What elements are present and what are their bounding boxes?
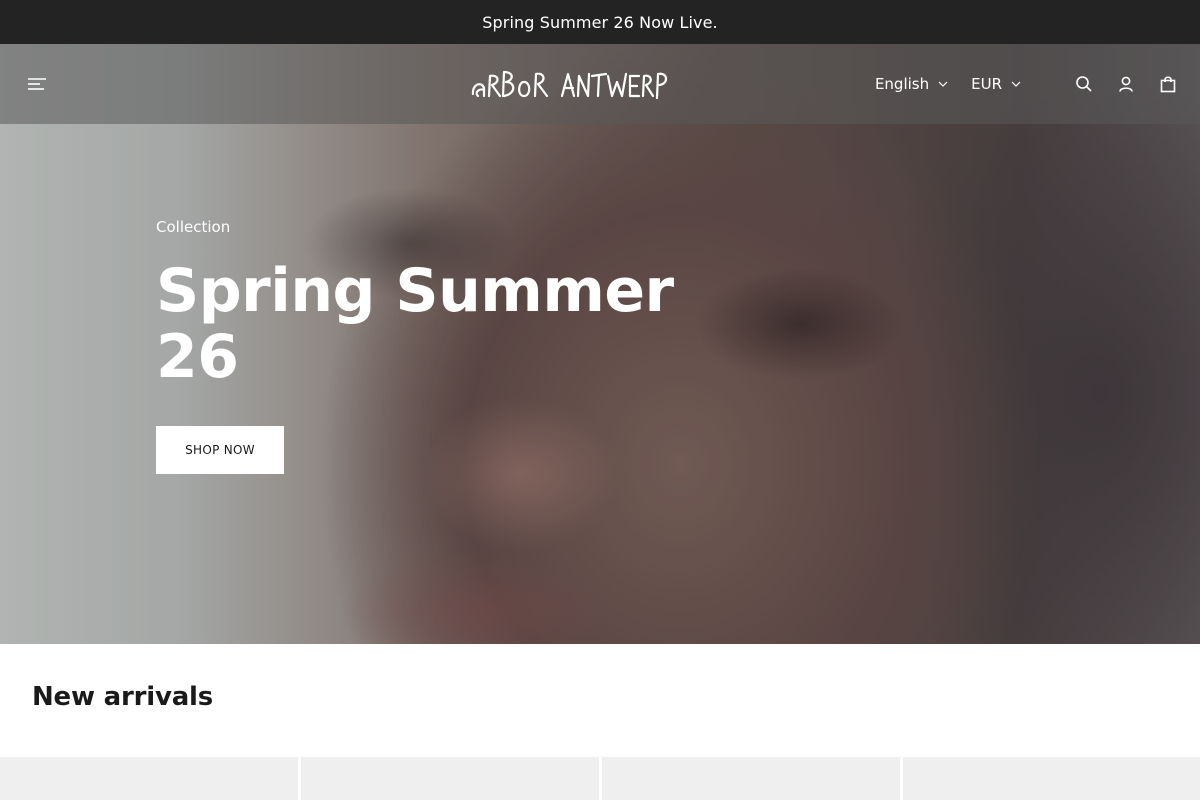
language-label: English — [874, 75, 930, 93]
logo-wordmark — [471, 70, 668, 100]
account-icon — [1119, 76, 1133, 92]
site-header: ARBOR ANTWERP — [0, 44, 1200, 124]
account-button[interactable] — [1116, 74, 1136, 94]
announcement-bar: Spring Summer 26 Now Live. — [0, 0, 1200, 44]
search-button[interactable] — [1074, 74, 1094, 94]
menu-icon — [28, 78, 46, 90]
language-selector[interactable]: English — [875, 75, 949, 93]
section-title-new-arrivals: New arrivals — [32, 682, 214, 712]
shop-now-button[interactable]: SHOP NOW — [156, 426, 284, 474]
cart-icon — [1160, 76, 1176, 93]
currency-label: EUR — [971, 75, 1002, 93]
product-card[interactable] — [903, 757, 1200, 800]
announcement-text[interactable]: Spring Summer 26 Now Live. — [482, 13, 717, 32]
hero-content: Collection Spring Summer 26 SHOP NOW — [156, 218, 716, 474]
search-icon — [1076, 76, 1092, 92]
chevron-down-icon — [1011, 81, 1021, 87]
menu-button[interactable] — [26, 74, 48, 94]
hero-eyebrow: Collection — [156, 218, 231, 236]
hero-title: Spring Summer 26 — [156, 256, 674, 392]
brand-logo[interactable]: ARBOR ANTWERP — [470, 66, 670, 102]
cart-button[interactable] — [1158, 74, 1178, 94]
product-card[interactable] — [0, 757, 298, 800]
product-card[interactable] — [301, 757, 599, 800]
chevron-down-icon — [938, 81, 948, 87]
currency-selector[interactable]: EUR — [971, 75, 1022, 93]
product-card[interactable] — [602, 757, 900, 800]
product-grid — [0, 757, 1200, 800]
